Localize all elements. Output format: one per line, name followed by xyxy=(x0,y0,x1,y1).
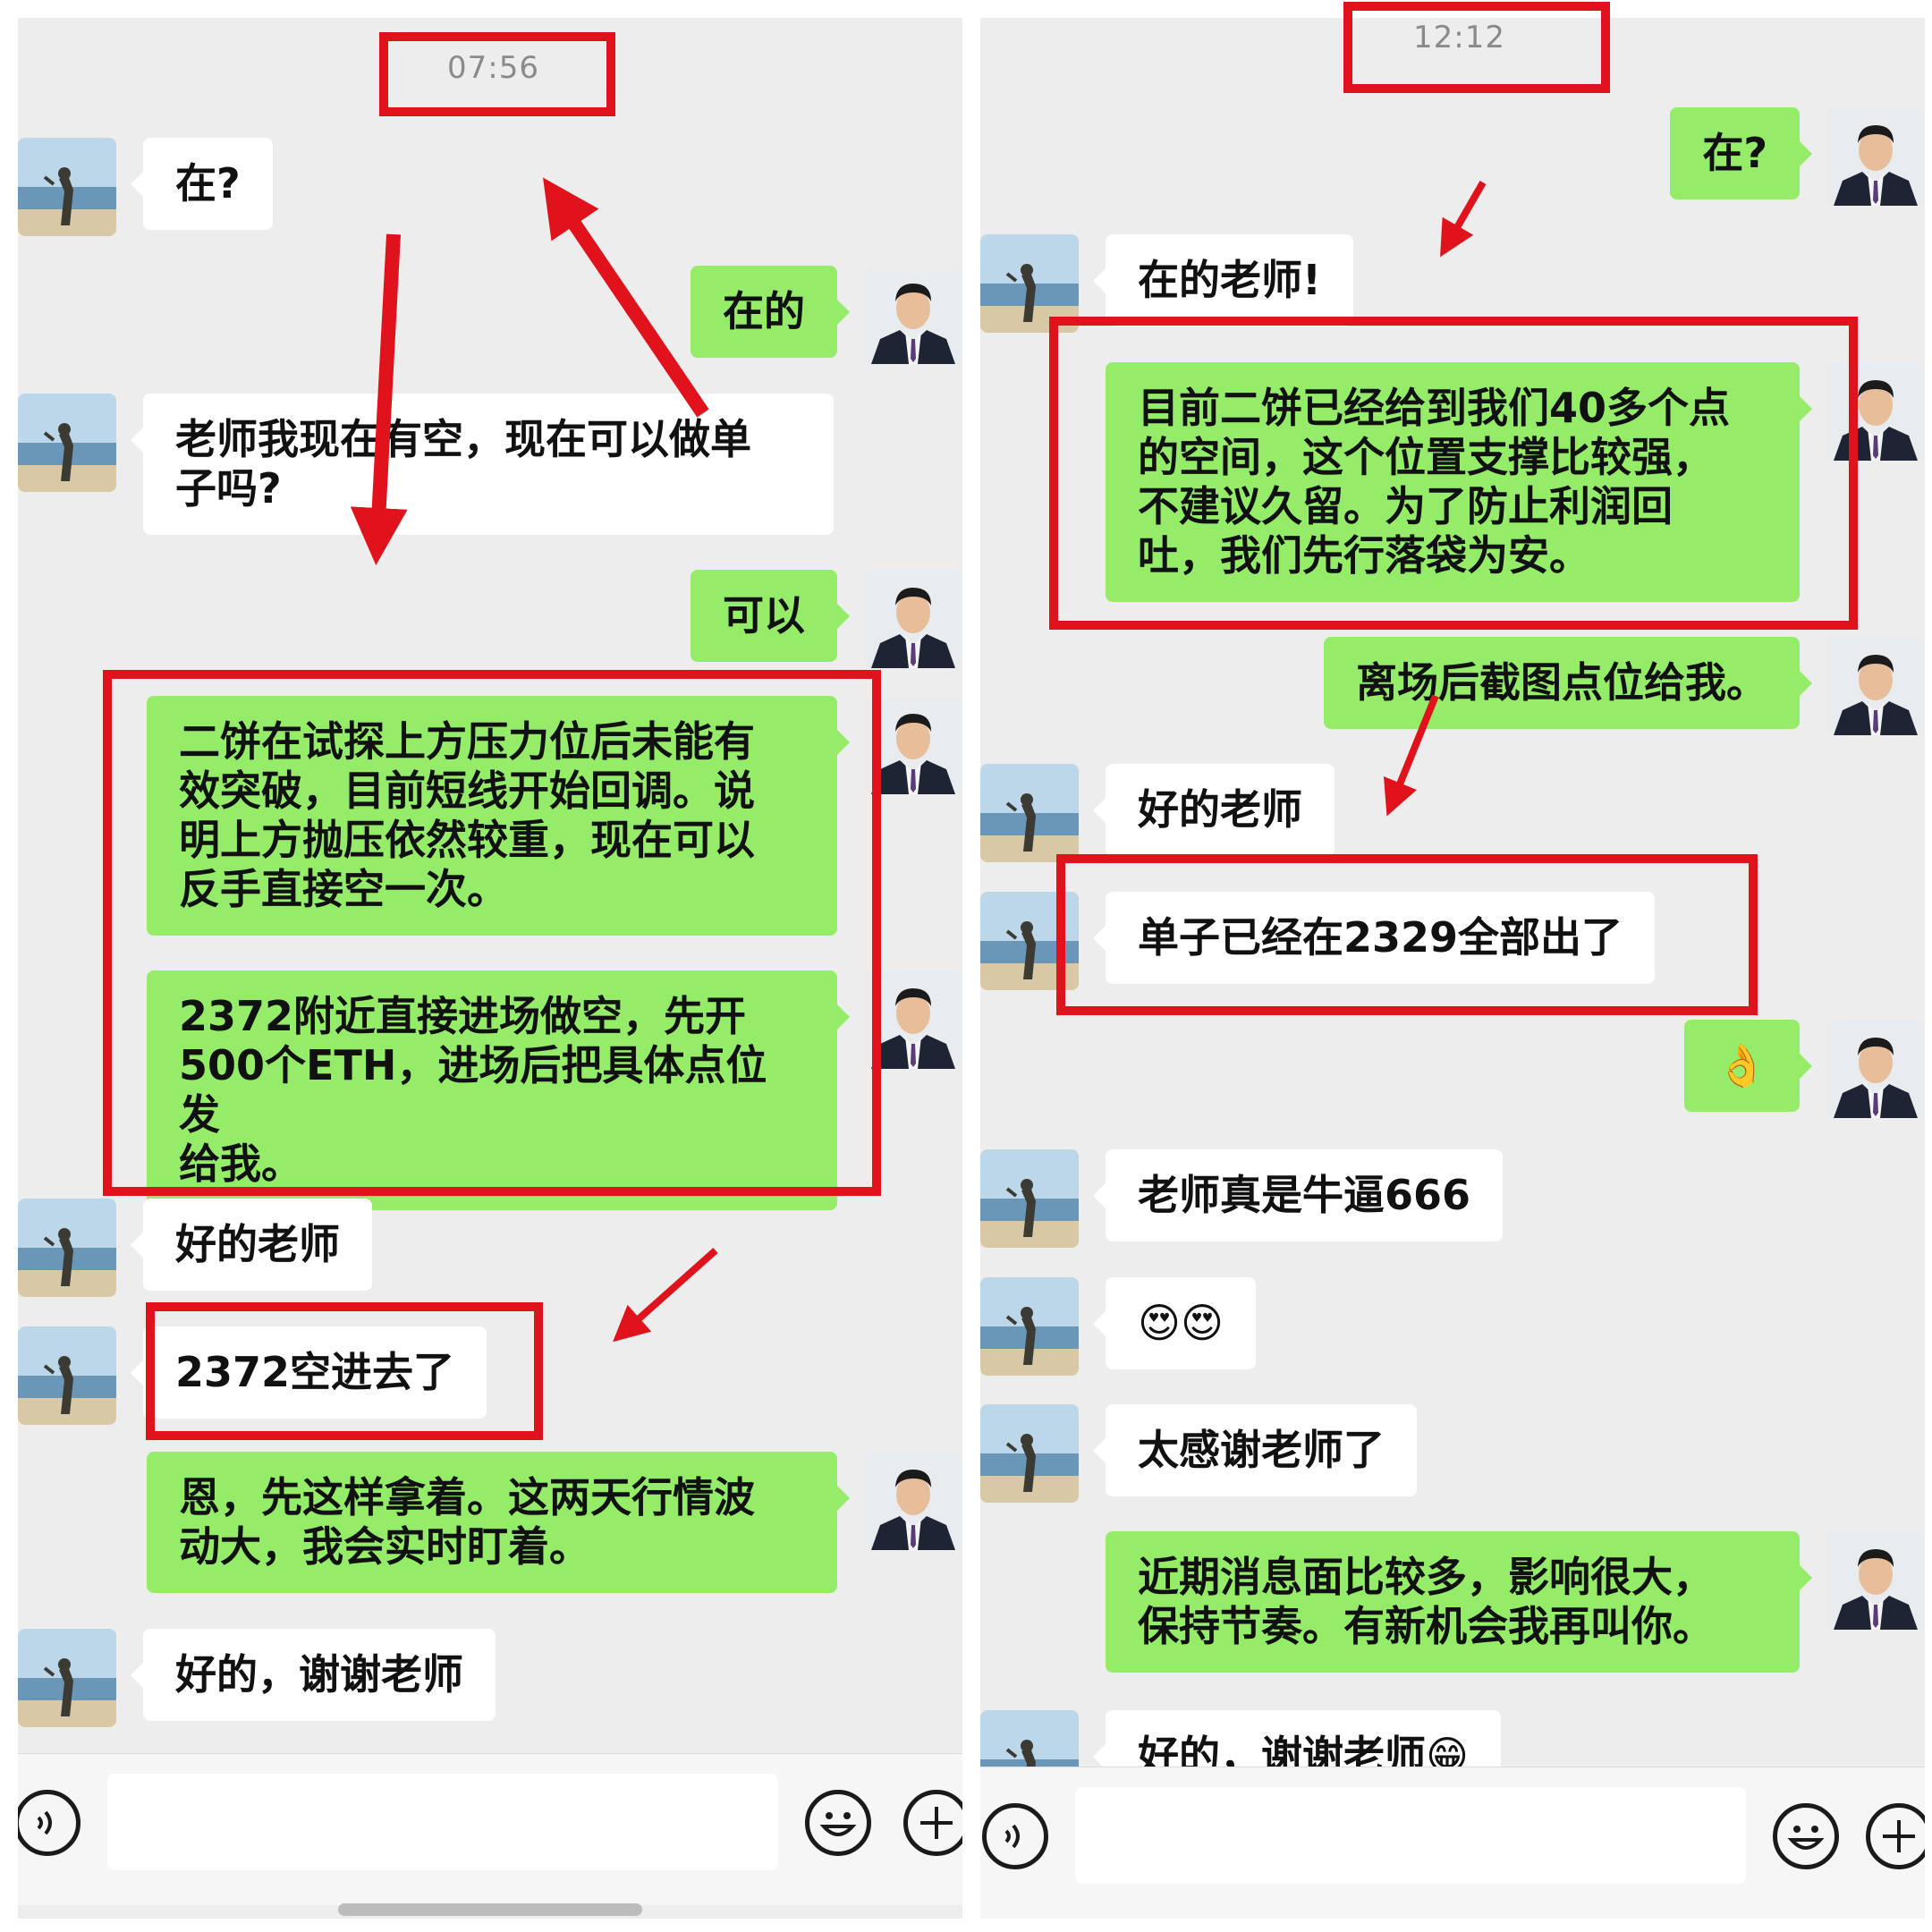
message-bubble-sent[interactable]: 2372附近直接进场做空，先开 500个ETH，进场后把具体点位发 给我。 xyxy=(147,970,850,1210)
message-bubble-received[interactable]: 好的，谢谢老师 xyxy=(131,1629,496,1721)
beach-avatar-icon xyxy=(980,1277,1079,1376)
avatar-self[interactable] xyxy=(1826,637,1925,735)
man-in-suit-avatar-icon xyxy=(864,570,962,668)
chat-input-bar xyxy=(980,1767,1925,1919)
avatar-contact[interactable] xyxy=(18,1629,116,1727)
beach-avatar-icon xyxy=(18,1199,116,1297)
message-bubble-sent[interactable]: 可以 xyxy=(691,570,850,662)
message-bubble-received[interactable]: 2372空进去了 xyxy=(130,1326,487,1419)
chat-input-bar xyxy=(18,1753,962,1905)
avatar-contact[interactable] xyxy=(980,1149,1079,1248)
message-bubble-received[interactable]: 老师真是牛逼666 xyxy=(1092,1149,1504,1241)
beach-avatar-icon xyxy=(980,234,1079,333)
avatar-self[interactable] xyxy=(1826,362,1925,461)
message-bubble-sent[interactable]: 离场后截图点位给我。 xyxy=(1324,637,1812,729)
avatar-contact[interactable] xyxy=(980,764,1079,862)
avatar-contact[interactable] xyxy=(980,234,1079,333)
avatar-contact[interactable] xyxy=(18,1326,116,1425)
message-bubble-sent[interactable]: 目前二饼已经给到我们40多个点 的空间，这个位置支撑比较强， 不建议久留。为了防… xyxy=(1106,362,1812,602)
message-bubble-received[interactable]: 单子已经在2329全部出了 xyxy=(1092,892,1656,984)
message-bubble-received[interactable]: 在的老师! xyxy=(1093,234,1353,326)
beach-avatar-icon xyxy=(980,1149,1079,1248)
message-bubble-received[interactable]: 太感谢老师了 xyxy=(1093,1404,1417,1496)
message-bubble-sent[interactable]: 恩，先这样拿着。这两天行情波 动大，我会实时盯着。 xyxy=(147,1452,850,1593)
beach-avatar-icon xyxy=(980,764,1079,862)
avatar-self[interactable] xyxy=(1826,107,1925,206)
message-input[interactable] xyxy=(107,1774,778,1870)
man-in-suit-avatar-icon xyxy=(1826,362,1925,461)
avatar-self[interactable] xyxy=(1826,1020,1925,1118)
man-in-suit-avatar-icon xyxy=(1826,1531,1925,1630)
avatar-contact[interactable] xyxy=(980,1404,1079,1503)
timestamp: 07:56 xyxy=(447,50,539,86)
message-bubble-received[interactable]: 好的老师 xyxy=(131,1199,372,1291)
man-in-suit-avatar-icon xyxy=(864,696,962,794)
avatar-self[interactable] xyxy=(1826,1531,1925,1630)
message-bubble-received[interactable]: 在? xyxy=(131,138,273,230)
home-indicator xyxy=(338,1903,642,1916)
avatar-contact[interactable] xyxy=(18,138,116,236)
man-in-suit-avatar-icon xyxy=(1826,1020,1925,1118)
beach-avatar-icon xyxy=(980,892,1079,990)
beach-avatar-icon xyxy=(18,1326,116,1425)
message-input[interactable] xyxy=(1075,1787,1746,1884)
beach-avatar-icon xyxy=(18,394,116,492)
avatar-self[interactable] xyxy=(864,570,962,668)
man-in-suit-avatar-icon xyxy=(864,1452,962,1550)
plus-icon[interactable] xyxy=(1866,1803,1925,1869)
beach-avatar-icon xyxy=(980,1404,1079,1503)
man-in-suit-avatar-icon xyxy=(1826,107,1925,206)
message-bubble-sent[interactable]: 在? xyxy=(1670,107,1812,199)
avatar-self[interactable] xyxy=(864,970,962,1069)
chat-panel-right: 12:12 在? 在的老师! 目前二饼已经给到我们40多个点 的空间，这个位置支… xyxy=(980,18,1925,1919)
avatar-contact[interactable] xyxy=(980,892,1079,990)
message-bubble-sent[interactable]: 近期消息面比较多，影响很大， 保持节奏。有新机会我再叫你。 xyxy=(1106,1531,1812,1673)
voice-icon[interactable] xyxy=(982,1803,1048,1869)
avatar-contact[interactable] xyxy=(18,394,116,492)
man-in-suit-avatar-icon xyxy=(864,266,962,364)
plus-icon[interactable] xyxy=(903,1790,962,1856)
message-bubble-received[interactable]: 好的老师 xyxy=(1093,764,1335,856)
avatar-contact[interactable] xyxy=(980,1277,1079,1376)
avatar-self[interactable] xyxy=(864,1452,962,1550)
message-bubble-received[interactable]: 😍😍 xyxy=(1093,1277,1256,1369)
message-bubble-sent[interactable]: 二饼在试探上方压力位后未能有 效突破，目前短线开始回调。说 明上方抛压依然较重，… xyxy=(147,696,850,936)
chat-panel-left: 07:56 在? 在的 老师我现在有空，现在可以做单 子吗? 可以 二饼在试探上… xyxy=(18,18,962,1919)
message-bubble-sent[interactable]: 在的 xyxy=(691,266,850,358)
avatar-self[interactable] xyxy=(864,696,962,794)
avatar-self[interactable] xyxy=(864,266,962,364)
beach-avatar-icon xyxy=(18,1629,116,1727)
man-in-suit-avatar-icon xyxy=(1826,637,1925,735)
emoji-icon[interactable] xyxy=(1773,1803,1839,1869)
voice-icon[interactable] xyxy=(18,1790,80,1856)
avatar-contact[interactable] xyxy=(18,1199,116,1297)
emoji-icon[interactable] xyxy=(805,1790,871,1856)
message-bubble-sent[interactable]: 👌 xyxy=(1683,1020,1813,1112)
message-bubble-received[interactable]: 老师我现在有空，现在可以做单 子吗? xyxy=(131,394,834,535)
man-in-suit-avatar-icon xyxy=(864,970,962,1069)
timestamp: 12:12 xyxy=(1413,20,1505,55)
beach-avatar-icon xyxy=(18,138,116,236)
